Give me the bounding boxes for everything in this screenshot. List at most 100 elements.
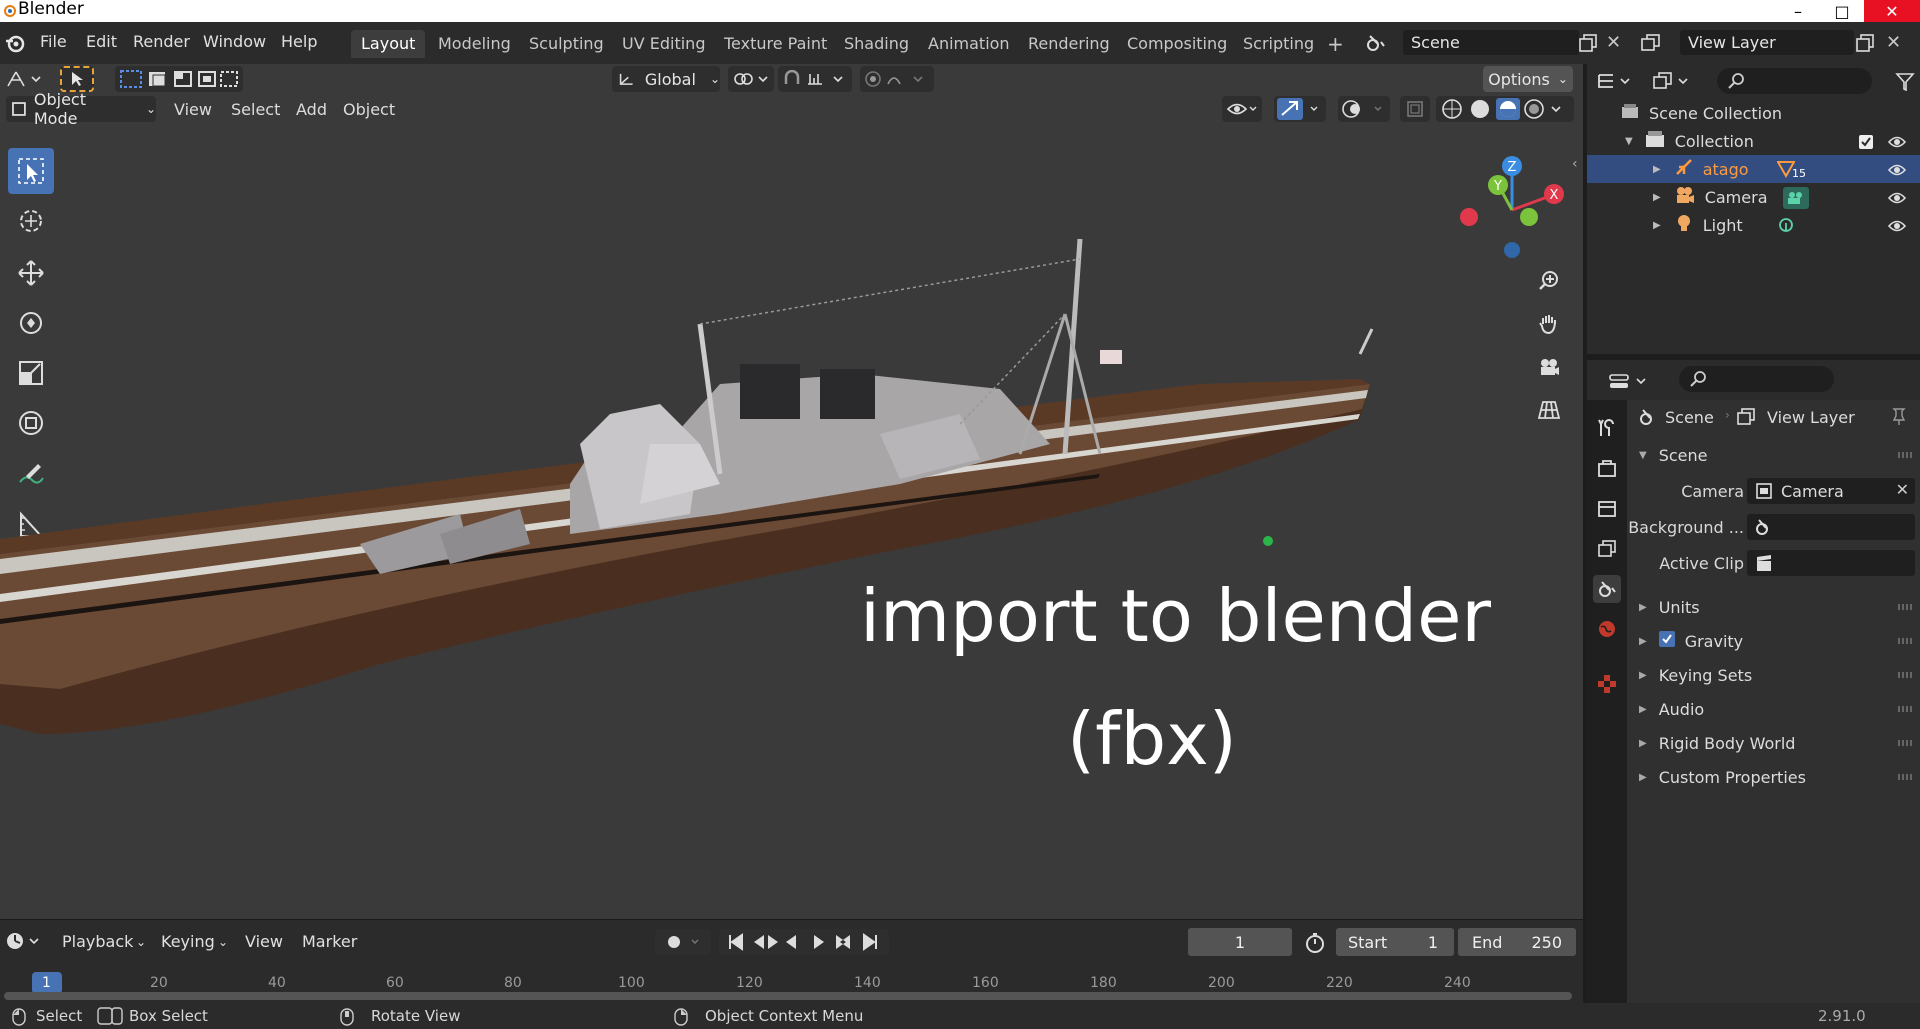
camera-property-field[interactable]: Camera ✕: [1747, 478, 1915, 504]
panel-units[interactable]: ▶ Units: [1627, 590, 1920, 624]
tab-layout[interactable]: Layout: [351, 30, 426, 58]
close-button[interactable]: ✕: [1864, 0, 1920, 22]
drag-handle-icon[interactable]: [1898, 452, 1912, 458]
timeline-menu-playback[interactable]: Playback: [62, 932, 133, 951]
view-layer-icon[interactable]: [1641, 34, 1661, 56]
tab-rendering[interactable]: Rendering: [1018, 30, 1120, 58]
panel-scene-header[interactable]: ▼ Scene: [1627, 438, 1920, 472]
stopwatch-icon[interactable]: [1304, 932, 1326, 958]
timeline-ruler[interactable]: 1 20 40 60 80 100 120 140 160 180 200 22…: [0, 968, 1583, 1000]
eye-icon[interactable]: [1887, 162, 1907, 181]
camera-view-icon[interactable]: [1531, 349, 1567, 385]
tab-world[interactable]: [1593, 615, 1621, 643]
menu-add[interactable]: Add: [296, 100, 327, 119]
menu-window[interactable]: Window: [203, 32, 266, 51]
collapse-triangle-icon[interactable]: ▼: [1625, 136, 1633, 147]
overlays-toggle[interactable]: [1338, 96, 1390, 122]
delete-scene-icon[interactable]: ✕: [1606, 32, 1621, 53]
tab-scripting[interactable]: Scripting: [1233, 30, 1324, 58]
tab-shading[interactable]: Shading: [834, 30, 919, 58]
proportional-editing-controls[interactable]: [860, 66, 934, 92]
tab-render[interactable]: [1593, 455, 1621, 483]
timeline-scrollbar[interactable]: [4, 992, 1572, 1000]
outliner-row-atago[interactable]: ▶ atago 15: [1587, 155, 1920, 183]
pin-icon[interactable]: [1891, 408, 1907, 430]
menu-help[interactable]: Help: [281, 32, 317, 51]
checkbox-checked-icon[interactable]: [1858, 134, 1874, 154]
menu-object[interactable]: Object: [343, 100, 395, 119]
timeline-menu-view[interactable]: View: [245, 932, 283, 951]
eye-icon[interactable]: [1887, 218, 1907, 237]
grid-perspective-icon[interactable]: [1531, 392, 1567, 428]
tab-modeling[interactable]: Modeling: [428, 30, 521, 58]
tab-output[interactable]: [1593, 495, 1621, 523]
timeline-menu-marker[interactable]: Marker: [302, 932, 357, 951]
tab-scene[interactable]: [1593, 575, 1621, 603]
drag-handle-icon[interactable]: [1898, 672, 1912, 678]
panel-gravity[interactable]: ▶ Gravity: [1627, 624, 1920, 658]
outliner-row-collection[interactable]: ▼ Collection: [1587, 127, 1920, 155]
outliner-row-light[interactable]: ▶ Light: [1587, 211, 1920, 239]
navigation-gizmo[interactable]: Z X Y: [1455, 150, 1573, 270]
new-scene-icon[interactable]: [1579, 34, 1597, 56]
background-property-field[interactable]: [1747, 514, 1915, 540]
panel-rigid-body-world[interactable]: ▶ Rigid Body World: [1627, 726, 1920, 760]
menu-file[interactable]: File: [40, 32, 67, 51]
tab-compositing[interactable]: Compositing: [1117, 30, 1237, 58]
select-box-tool[interactable]: [8, 148, 54, 194]
shading-mode-group[interactable]: [1436, 96, 1574, 122]
outliner-row-camera[interactable]: ▶ Camera: [1587, 183, 1920, 211]
options-dropdown[interactable]: Options ⌄: [1483, 66, 1573, 92]
object-mode-dropdown[interactable]: Object Mode ⌄: [6, 90, 156, 128]
eye-icon[interactable]: [1887, 190, 1907, 209]
object-visibility-dropdown[interactable]: [1222, 96, 1262, 122]
tab-view-layer[interactable]: [1593, 535, 1621, 563]
eye-icon[interactable]: [1887, 134, 1907, 153]
record-keyframe-button[interactable]: [655, 929, 711, 955]
scene-selector[interactable]: Scene: [1403, 30, 1579, 55]
end-frame-field[interactable]: End 250: [1458, 928, 1576, 956]
minimize-button[interactable]: –: [1776, 0, 1820, 22]
drag-handle-icon[interactable]: [1898, 638, 1912, 644]
outliner-row-scene-collection[interactable]: Scene Collection: [1587, 99, 1920, 127]
tab-tool[interactable]: [1593, 414, 1621, 442]
snapping-controls[interactable]: [778, 66, 852, 92]
add-workspace-icon[interactable]: +: [1327, 32, 1344, 56]
active-clip-property-field[interactable]: [1747, 550, 1915, 576]
selection-mode-group[interactable]: [115, 66, 243, 92]
panel-custom-properties[interactable]: ▶ Custom Properties: [1627, 760, 1920, 794]
filter-icon[interactable]: [1895, 72, 1915, 96]
start-frame-field[interactable]: Start 1: [1336, 928, 1454, 956]
drag-handle-icon[interactable]: [1898, 706, 1912, 712]
panel-audio[interactable]: ▶ Audio: [1627, 692, 1920, 726]
xray-toggle[interactable]: [1400, 96, 1430, 122]
sidebar-toggle-icon[interactable]: ‹: [1572, 156, 1578, 172]
tab-texture[interactable]: [1593, 670, 1621, 698]
panel-keying-sets[interactable]: ▶ Keying Sets: [1627, 658, 1920, 692]
maximize-button[interactable]: □: [1820, 0, 1864, 22]
gravity-checkbox[interactable]: [1658, 631, 1675, 651]
view-layer-selector[interactable]: View Layer: [1680, 30, 1854, 55]
drag-handle-icon[interactable]: [1898, 604, 1912, 610]
expand-triangle-icon[interactable]: ▶: [1653, 192, 1661, 203]
zoom-icon[interactable]: [1531, 263, 1567, 299]
new-view-layer-icon[interactable]: [1856, 34, 1874, 56]
clear-icon[interactable]: ✕: [1896, 480, 1909, 499]
expand-triangle-icon[interactable]: ▶: [1653, 220, 1661, 231]
menu-render[interactable]: Render: [133, 32, 190, 51]
outliner-editor-type-icon[interactable]: [1597, 72, 1633, 94]
expand-triangle-icon[interactable]: ▶: [1653, 164, 1661, 175]
tab-texture-paint[interactable]: Texture Paint: [714, 30, 837, 58]
menu-edit[interactable]: Edit: [86, 32, 117, 51]
display-mode-icon[interactable]: [1653, 72, 1693, 94]
ship-model[interactable]: [0, 214, 1400, 774]
drag-handle-icon[interactable]: [1898, 774, 1912, 780]
tab-sculpting[interactable]: Sculpting: [519, 30, 614, 58]
current-frame-field[interactable]: 1: [1188, 928, 1292, 956]
gizmo-toggle[interactable]: [1274, 96, 1326, 122]
outliner-search-input[interactable]: [1717, 68, 1872, 94]
timeline-editor-type-icon[interactable]: [6, 932, 42, 954]
timeline-menu-keying[interactable]: Keying: [161, 932, 215, 951]
menu-select[interactable]: Select: [231, 100, 280, 119]
tab-uv-editing[interactable]: UV Editing: [612, 30, 715, 58]
